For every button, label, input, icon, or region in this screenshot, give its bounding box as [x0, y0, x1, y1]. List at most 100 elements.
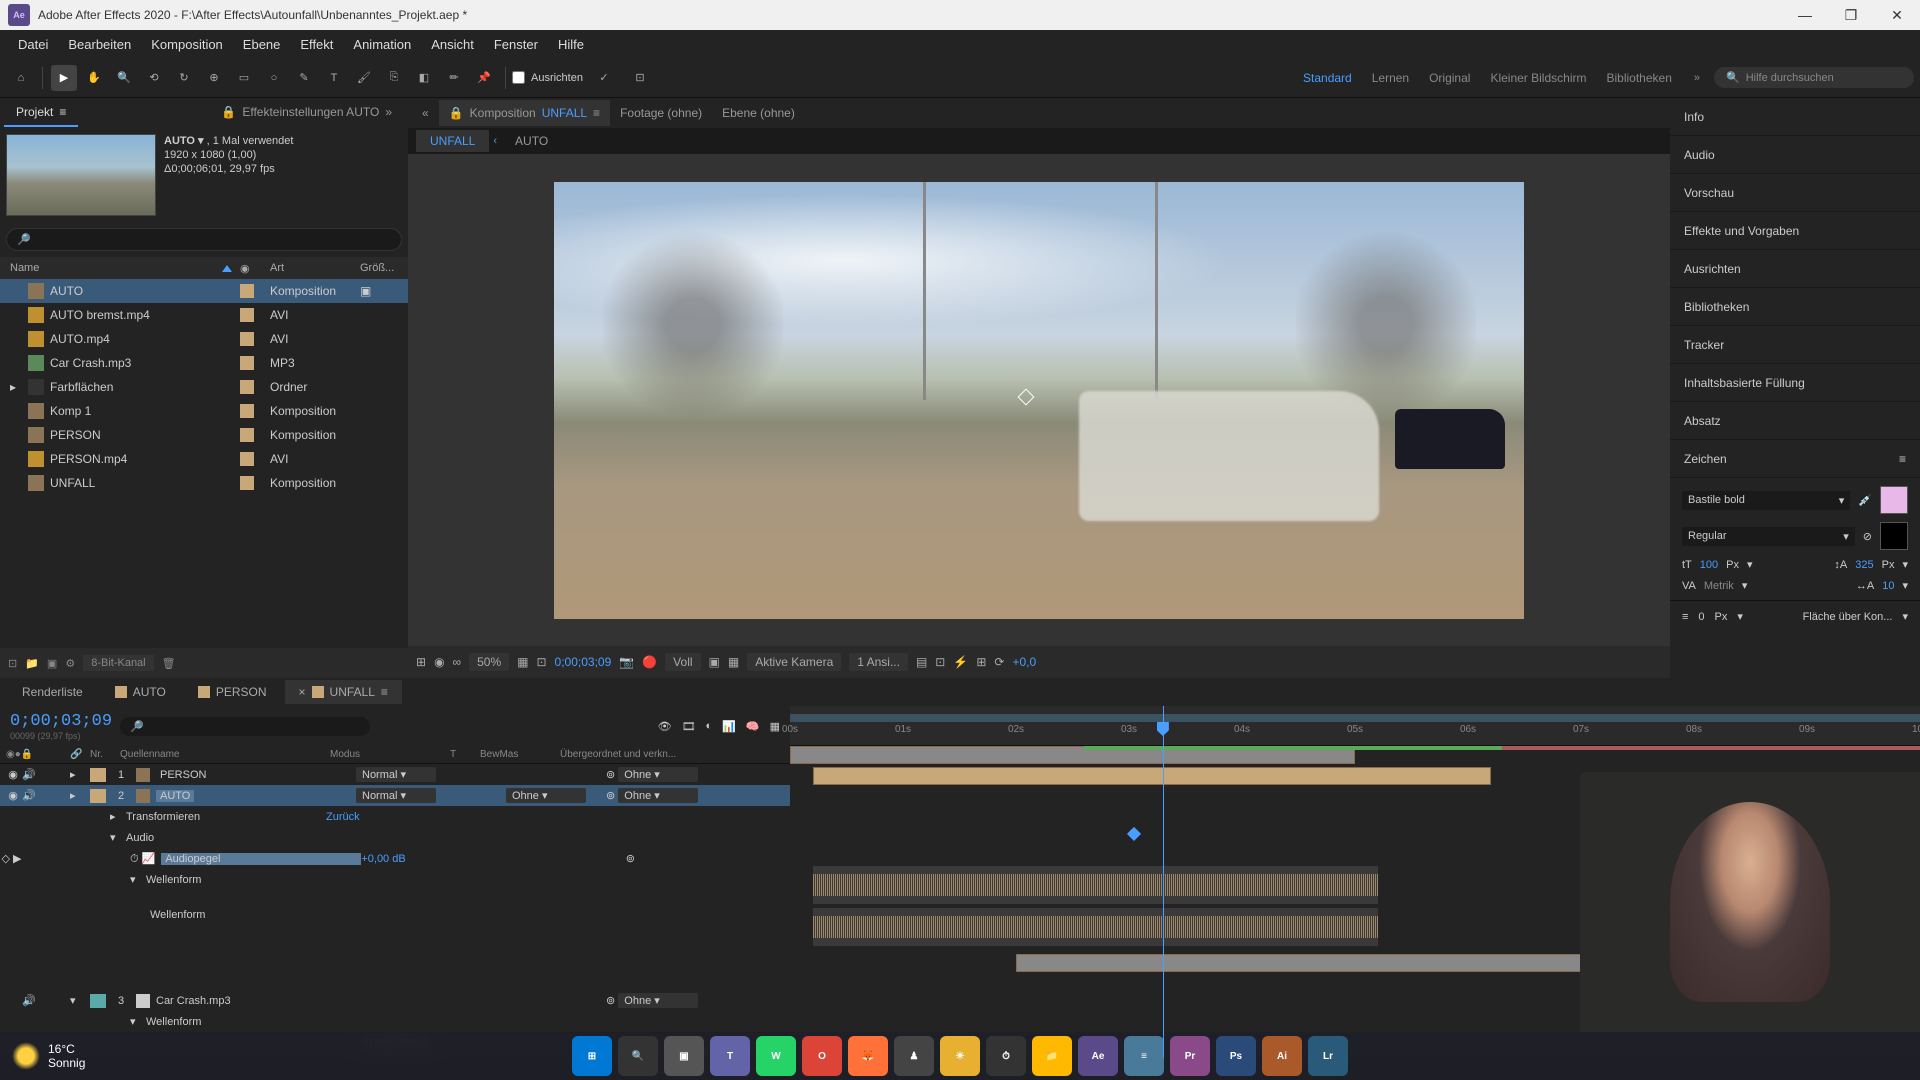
workspace-lernen[interactable]: Lernen [1364, 67, 1417, 89]
taskbar-app[interactable]: ⏱ [986, 1036, 1026, 1076]
panel-bibliotheken[interactable]: Bibliotheken [1670, 288, 1920, 326]
new-folder-icon[interactable]: 📁 [25, 657, 39, 670]
col-header-type[interactable]: Art [270, 262, 360, 274]
project-item[interactable]: ▸ Farbflächen Ordner [0, 375, 408, 399]
taskbar-app[interactable]: Ps [1216, 1036, 1256, 1076]
rotation-tool[interactable]: ↻ [171, 65, 197, 91]
motion-blur-icon[interactable]: ◐ [706, 720, 713, 733]
taskbar-app[interactable]: W [756, 1036, 796, 1076]
menu-effekt[interactable]: Effekt [290, 33, 343, 56]
taskbar-app[interactable]: ☀ [940, 1036, 980, 1076]
clone-tool[interactable]: ⎘ [381, 65, 407, 91]
prop-wellenform-3[interactable]: ▾Wellenform [0, 1011, 790, 1032]
weather-widget[interactable]: 16°C Sonnig [12, 1042, 85, 1070]
fill-over-stroke-dropdown[interactable]: Fläche über Kon... [1803, 611, 1893, 623]
fill-color-swatch[interactable] [1880, 486, 1908, 514]
ellipse-tool[interactable]: ○ [261, 65, 287, 91]
workspace-original[interactable]: Original [1421, 67, 1478, 89]
panel-info[interactable]: Info [1670, 98, 1920, 136]
panel-zeichen[interactable]: Zeichen≡ [1670, 440, 1920, 478]
menu-ebene[interactable]: Ebene [233, 33, 291, 56]
timeline-tab-unfall[interactable]: ×UNFALL≡ [285, 680, 402, 704]
snap-options2-icon[interactable]: ⊡ [627, 65, 653, 91]
anchor-tool[interactable]: ⊕ [201, 65, 227, 91]
fast-previews-icon[interactable]: ⚡ [953, 655, 968, 669]
zoom-tool[interactable]: 🔍 [111, 65, 137, 91]
panel-vorschau[interactable]: Vorschau [1670, 174, 1920, 212]
time-ruler[interactable]: 00s01s02s03s04s05s06s07s08s09s10s [790, 706, 1920, 746]
alpha-icon[interactable]: ⊞ [416, 655, 426, 669]
anchor-point-icon[interactable] [1017, 389, 1034, 406]
taskbar-app[interactable]: 📁 [1032, 1036, 1072, 1076]
tracking-value[interactable]: 10 [1882, 580, 1894, 592]
eyedropper-icon[interactable]: 💉 [1858, 494, 1872, 507]
tab-project[interactable]: Projekt≡ [4, 99, 78, 127]
taskbar-app[interactable]: T [710, 1036, 750, 1076]
viewer-timecode[interactable]: 0;00;03;09 [555, 655, 612, 669]
taskbar-app[interactable]: Ai [1262, 1036, 1302, 1076]
project-item[interactable]: Komp 1 Komposition [0, 399, 408, 423]
taskbar-app[interactable]: 🔍 [618, 1036, 658, 1076]
menu-fenster[interactable]: Fenster [484, 33, 548, 56]
brain-icon[interactable]: 🧠 [746, 720, 760, 733]
zoom-dropdown[interactable]: 50% [469, 653, 509, 671]
clip-auto[interactable] [813, 767, 1491, 785]
rect-tool[interactable]: ▭ [231, 65, 257, 91]
exposure-value[interactable]: +0,0 [1012, 655, 1036, 669]
panel-ausrichten[interactable]: Ausrichten [1670, 250, 1920, 288]
bit-depth-button[interactable]: 8-Bit-Kanal [83, 655, 153, 671]
timeline-tab-person[interactable]: PERSON [184, 680, 281, 704]
timeline-tab-renderliste[interactable]: Renderliste [8, 680, 97, 704]
shy-icon[interactable]: 👁 [658, 720, 672, 733]
roi-icon[interactable]: ▣ [709, 655, 720, 669]
taskbar-app[interactable]: 🦊 [848, 1036, 888, 1076]
home-tool[interactable]: ⌂ [8, 65, 34, 91]
tab-composition[interactable]: 🔒 Komposition UNFALL ≡ [439, 100, 610, 126]
col-header-size[interactable]: Größ... [360, 262, 400, 274]
type-tool[interactable]: T [321, 65, 347, 91]
interpret-icon[interactable]: ⊡ [8, 657, 17, 670]
share-view-icon[interactable]: ▤ [916, 655, 927, 669]
video-preview[interactable] [554, 182, 1524, 619]
col-header-name[interactable]: Name [10, 262, 39, 274]
panel-absatz[interactable]: Absatz [1670, 402, 1920, 440]
inner-tab-auto[interactable]: AUTO [501, 130, 562, 152]
timeline-timecode[interactable]: 0;00;03;09 [10, 712, 112, 731]
timeline-search-input[interactable]: 🔎 [120, 717, 370, 736]
layer-row[interactable]: 🔊 ▾ 3 Car Crash.mp3 ⊚ Ohne ▾ [0, 990, 790, 1011]
project-item[interactable]: AUTO.mp4 AVI [0, 327, 408, 351]
exposure-reset-icon[interactable]: ⟳ [994, 655, 1004, 669]
guides-icon[interactable]: ⊡ [536, 655, 546, 669]
resolution-dropdown[interactable]: Voll [665, 653, 700, 671]
menu-hilfe[interactable]: Hilfe [548, 33, 594, 56]
no-color-icon[interactable]: ⊘ [1863, 530, 1872, 543]
inner-tab-unfall[interactable]: UNFALL [416, 130, 489, 152]
project-item[interactable]: PERSON Komposition [0, 423, 408, 447]
workspace-kleiner-bildschirm[interactable]: Kleiner Bildschirm [1482, 67, 1594, 89]
project-item[interactable]: PERSON.mp4 AVI [0, 447, 408, 471]
taskbar-app[interactable]: Pr [1170, 1036, 1210, 1076]
maximize-button[interactable]: ❐ [1828, 0, 1874, 30]
panel-effekte-und-vorgaben[interactable]: Effekte und Vorgaben [1670, 212, 1920, 250]
font-style-dropdown[interactable]: Regular▾ [1682, 527, 1855, 546]
workspace-standard[interactable]: Standard [1295, 67, 1360, 89]
snap-options-icon[interactable]: ✓ [591, 65, 617, 91]
brush-tool[interactable]: 🖌 [351, 65, 377, 91]
settings-icon[interactable]: ⚙ [65, 657, 75, 670]
menu-bearbeiten[interactable]: Bearbeiten [58, 33, 141, 56]
font-size-value[interactable]: 100 [1700, 559, 1718, 571]
frame-blend-icon[interactable]: 🎞 [682, 720, 696, 733]
new-comp-icon[interactable]: ▣ [47, 657, 57, 670]
col-header-label[interactable]: ◉ [240, 263, 250, 275]
panel-audio[interactable]: Audio [1670, 136, 1920, 174]
menu-komposition[interactable]: Komposition [141, 33, 233, 56]
camera-dropdown[interactable]: Aktive Kamera [747, 653, 841, 671]
timeline-icon[interactable]: ⊞ [976, 655, 986, 669]
graph-editor-icon[interactable]: 📊 [722, 720, 736, 733]
font-family-dropdown[interactable]: Bastile bold▾ [1682, 491, 1850, 510]
menu-animation[interactable]: Animation [343, 33, 421, 56]
project-search-input[interactable]: 🔎 [6, 228, 402, 251]
snapshot-icon[interactable]: 📷 [619, 655, 634, 669]
prop-audiopegel[interactable]: ◀ ◇ ▶ ⏱ 📈 Audiopegel +0,00 dB ⊚ [0, 848, 790, 869]
snap-toggle[interactable] [512, 71, 525, 84]
